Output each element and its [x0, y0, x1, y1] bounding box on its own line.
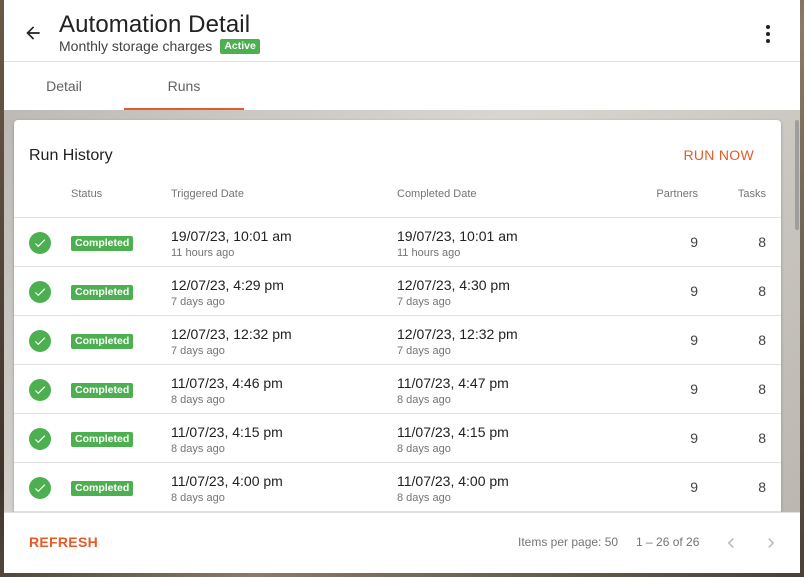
- automation-detail-dialog: Automation Detail Monthly storage charge…: [4, 0, 800, 573]
- completed-relative: 8 days ago: [397, 492, 451, 504]
- completed-date: 11/07/23, 4:00 pm: [397, 473, 509, 489]
- status-badge: Completed: [71, 236, 134, 251]
- column-header-status[interactable]: Status: [71, 188, 102, 200]
- column-header-tasks[interactable]: Tasks: [738, 188, 766, 200]
- automation-name: Monthly storage charges: [59, 38, 213, 54]
- check-circle-icon: [29, 477, 51, 499]
- completed-date: 11/07/23, 4:15 pm: [397, 424, 509, 440]
- column-header-triggered[interactable]: Triggered Date: [171, 188, 244, 200]
- run-history-card: Run History RUN NOW Status Triggered Dat…: [14, 120, 781, 573]
- partners-count: 9: [690, 479, 698, 495]
- status-badge: Completed: [71, 432, 134, 447]
- previous-page-button[interactable]: [719, 531, 743, 555]
- completed-relative: 8 days ago: [397, 443, 451, 455]
- completed-relative: 8 days ago: [397, 394, 451, 406]
- check-circle-icon: [29, 379, 51, 401]
- partners-count: 9: [690, 430, 698, 446]
- arrow-left-icon: [26, 26, 40, 40]
- triggered-date: 12/07/23, 12:32 pm: [171, 326, 292, 342]
- partners-count: 9: [690, 234, 698, 250]
- content-scrollbar[interactable]: [794, 110, 800, 573]
- table-header: Status Triggered Date Completed Date Par…: [14, 178, 781, 218]
- triggered-relative: 8 days ago: [171, 394, 225, 406]
- column-header-partners[interactable]: Partners: [656, 188, 698, 200]
- triggered-relative: 11 hours ago: [171, 247, 235, 259]
- refresh-button[interactable]: REFRESH: [29, 534, 98, 550]
- completed-date: 12/07/23, 12:32 pm: [397, 326, 518, 342]
- check-circle-icon: [29, 330, 51, 352]
- page-title: Automation Detail: [59, 11, 251, 38]
- dialog-header: Automation Detail Monthly storage charge…: [4, 0, 800, 62]
- triggered-date: 11/07/23, 4:15 pm: [171, 424, 283, 440]
- items-per-page[interactable]: Items per page: 50: [518, 535, 618, 549]
- chevron-right-icon: [768, 538, 775, 548]
- triggered-relative: 8 days ago: [171, 492, 225, 504]
- subtitle-row: Monthly storage charges Active: [59, 38, 260, 54]
- triggered-relative: 8 days ago: [171, 443, 225, 455]
- completed-date: 12/07/23, 4:30 pm: [397, 277, 510, 293]
- status-badge: Completed: [71, 285, 134, 300]
- table-body: Completed 19/07/23, 10:01 am 11 hours ag…: [14, 218, 781, 512]
- check-circle-icon: [29, 232, 51, 254]
- table-row[interactable]: Completed 19/07/23, 10:01 am 11 hours ag…: [14, 218, 781, 267]
- run-now-button[interactable]: RUN NOW: [683, 147, 754, 163]
- more-vertical-icon: [766, 25, 770, 29]
- status-badge: Completed: [71, 481, 134, 496]
- partners-count: 9: [690, 332, 698, 348]
- tab-content: Run History RUN NOW Status Triggered Dat…: [4, 110, 800, 573]
- table-row[interactable]: Completed 12/07/23, 12:32 pm 7 days ago …: [14, 316, 781, 365]
- tasks-count: 8: [758, 381, 766, 397]
- tasks-count: 8: [758, 332, 766, 348]
- status-badge: Completed: [71, 383, 134, 398]
- triggered-date: 12/07/23, 4:29 pm: [171, 277, 284, 293]
- completed-relative: 7 days ago: [397, 296, 451, 308]
- table-row[interactable]: Completed 11/07/23, 4:15 pm 8 days ago 1…: [14, 414, 781, 463]
- table-row[interactable]: Completed 11/07/23, 4:00 pm 8 days ago 1…: [14, 463, 781, 512]
- check-circle-icon: [29, 428, 51, 450]
- triggered-relative: 7 days ago: [171, 296, 225, 308]
- card-footer: REFRESH Items per page: 50 1 – 26 of 26: [4, 512, 800, 573]
- tasks-count: 8: [758, 479, 766, 495]
- triggered-date: 11/07/23, 4:46 pm: [171, 375, 283, 391]
- completed-date: 19/07/23, 10:01 am: [397, 228, 518, 244]
- tasks-count: 8: [758, 283, 766, 299]
- tab-bar: Detail Runs: [4, 62, 800, 110]
- tasks-count: 8: [758, 234, 766, 250]
- table-row[interactable]: Completed 11/07/23, 4:46 pm 8 days ago 1…: [14, 365, 781, 414]
- status-badge: Completed: [71, 334, 134, 349]
- check-circle-icon: [29, 281, 51, 303]
- completed-date: 11/07/23, 4:47 pm: [397, 375, 509, 391]
- back-button[interactable]: [20, 20, 46, 46]
- status-badge: Active: [220, 38, 260, 54]
- column-header-completed[interactable]: Completed Date: [397, 188, 477, 200]
- tasks-count: 8: [758, 430, 766, 446]
- table-row[interactable]: Completed 12/07/23, 4:29 pm 7 days ago 1…: [14, 267, 781, 316]
- partners-count: 9: [690, 381, 698, 397]
- completed-relative: 7 days ago: [397, 345, 451, 357]
- pagination-range: 1 – 26 of 26: [636, 535, 700, 549]
- tab-detail[interactable]: Detail: [4, 62, 124, 110]
- triggered-relative: 7 days ago: [171, 345, 225, 357]
- more-options-button[interactable]: [756, 22, 780, 46]
- chevron-left-icon: [727, 538, 734, 548]
- card-title: Run History: [29, 147, 113, 164]
- scrollbar-thumb[interactable]: [795, 120, 799, 230]
- partners-count: 9: [690, 283, 698, 299]
- completed-relative: 11 hours ago: [397, 247, 461, 259]
- next-page-button[interactable]: [759, 531, 783, 555]
- tab-runs[interactable]: Runs: [124, 62, 244, 110]
- triggered-date: 19/07/23, 10:01 am: [171, 228, 292, 244]
- triggered-date: 11/07/23, 4:00 pm: [171, 473, 283, 489]
